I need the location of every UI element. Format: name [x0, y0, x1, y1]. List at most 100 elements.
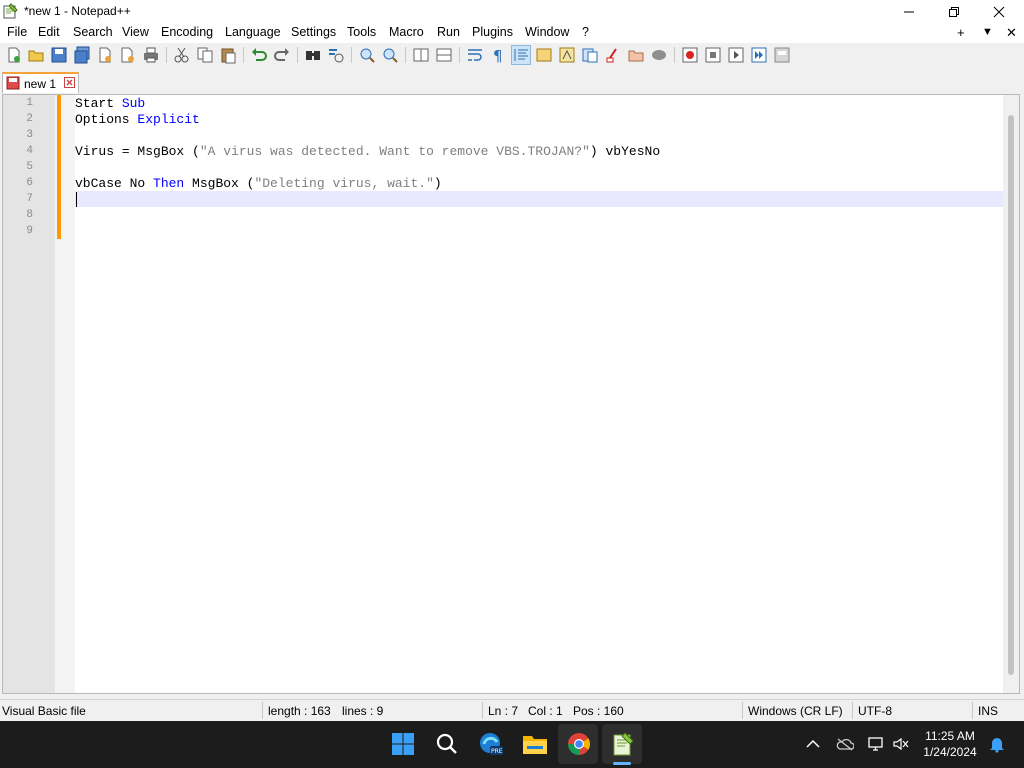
- network-icon: [868, 737, 883, 751]
- print-icon[interactable]: [142, 46, 160, 64]
- editor-pane[interactable]: 1 2 3 4 5 6 7 8 9 Start Sub Options Expl…: [2, 94, 1020, 694]
- volume-icon: [893, 737, 909, 751]
- document-map-icon[interactable]: [535, 46, 553, 64]
- code-line-1: Start Sub: [75, 96, 145, 111]
- menu-encoding[interactable]: Encoding: [161, 25, 213, 39]
- project-panel-icon[interactable]: [650, 46, 668, 64]
- string-literal: "Deleting virus, wait.": [254, 176, 434, 191]
- restore-icon: [949, 6, 959, 17]
- menu-tools[interactable]: Tools: [347, 25, 376, 39]
- status-separator: [742, 702, 743, 719]
- status-eol[interactable]: Windows (CR LF): [748, 704, 843, 718]
- show-hidden-icons-button[interactable]: [798, 729, 828, 759]
- taskbar: PRE 11:25 AM 1/24/2024: [0, 721, 1024, 768]
- open-file-icon[interactable]: [27, 46, 45, 64]
- taskbar-file-explorer[interactable]: [520, 729, 550, 759]
- toolbar-separator: [297, 47, 298, 63]
- run-macro-multiple-icon[interactable]: [750, 46, 768, 64]
- folder-icon[interactable]: [627, 46, 645, 64]
- menu-plugins[interactable]: Plugins: [472, 25, 513, 39]
- svg-text:PRE: PRE: [491, 748, 503, 755]
- search-icon: [436, 733, 457, 754]
- status-line: Ln : 7: [488, 704, 519, 718]
- edge-beta-icon: PRE: [480, 733, 503, 755]
- keyword: Explicit: [137, 112, 200, 127]
- sync-vertical-scroll-icon[interactable]: [412, 46, 430, 64]
- save-icon[interactable]: [50, 46, 68, 64]
- taskbar-edge-beta[interactable]: PRE: [476, 729, 506, 759]
- onedrive-tray[interactable]: [830, 729, 860, 759]
- minimize-button[interactable]: [886, 0, 932, 23]
- close-file-icon[interactable]: [96, 46, 114, 64]
- tab-list-button[interactable]: ▼: [982, 26, 993, 38]
- fold-margin: [61, 95, 75, 693]
- restore-button[interactable]: [931, 0, 977, 23]
- status-lines: lines : 9: [342, 704, 384, 718]
- function-list-icon[interactable]: [558, 46, 576, 64]
- menu-settings[interactable]: Settings: [291, 25, 336, 39]
- clock-time: 11:25 AM: [925, 729, 975, 743]
- menu-file[interactable]: File: [7, 25, 27, 39]
- line-number: 3: [26, 129, 33, 141]
- code-text: MsgBox (: [184, 176, 255, 191]
- code-text: vbCase No: [75, 176, 154, 191]
- paste-icon[interactable]: [219, 46, 237, 64]
- text-caret: [76, 192, 77, 207]
- close-document-button[interactable]: ✕: [1006, 25, 1017, 41]
- active-app-indicator: [613, 762, 631, 765]
- cut-icon[interactable]: [173, 46, 191, 64]
- zoom-out-icon[interactable]: [381, 46, 399, 64]
- tab-new-1[interactable]: new 1: [2, 72, 79, 93]
- menu-macro[interactable]: Macro: [389, 25, 424, 39]
- start-button[interactable]: [388, 729, 418, 759]
- sync-horizontal-scroll-icon[interactable]: [435, 46, 453, 64]
- close-all-icon[interactable]: [119, 46, 137, 64]
- status-separator: [482, 702, 483, 719]
- taskbar-clock[interactable]: 11:25 AM 1/24/2024: [910, 728, 990, 760]
- status-encoding[interactable]: UTF-8: [858, 704, 892, 718]
- menu-run[interactable]: Run: [437, 25, 460, 39]
- unsaved-file-icon: [6, 76, 20, 90]
- menu-help[interactable]: ?: [582, 25, 589, 39]
- taskbar-chrome[interactable]: [564, 729, 594, 759]
- find-icon[interactable]: [304, 46, 322, 64]
- undo-icon[interactable]: [250, 46, 268, 64]
- notification-center-button[interactable]: [982, 729, 1012, 759]
- status-column: Col : 1: [528, 704, 563, 718]
- taskbar-search-button[interactable]: [432, 729, 462, 759]
- zoom-in-icon[interactable]: [358, 46, 376, 64]
- line-number: 5: [26, 161, 33, 173]
- new-file-icon[interactable]: [5, 46, 23, 64]
- monitoring-icon[interactable]: [604, 46, 622, 64]
- taskbar-notepadpp[interactable]: [608, 729, 638, 759]
- menu-language[interactable]: Language: [225, 25, 281, 39]
- toolbar-separator: [459, 47, 460, 63]
- copy-icon[interactable]: [196, 46, 214, 64]
- replace-icon[interactable]: [327, 46, 345, 64]
- menu-edit[interactable]: Edit: [38, 25, 60, 39]
- show-all-characters-icon[interactable]: ¶: [489, 46, 507, 64]
- line-number: 8: [26, 209, 33, 221]
- menu-search[interactable]: Search: [73, 25, 113, 39]
- save-all-icon[interactable]: [73, 46, 91, 64]
- save-macro-icon[interactable]: [773, 46, 791, 64]
- scrollbar-thumb[interactable]: [1008, 115, 1014, 675]
- tab-close-icon[interactable]: [64, 77, 75, 88]
- play-macro-icon[interactable]: [727, 46, 745, 64]
- menu-view[interactable]: View: [122, 25, 149, 39]
- redo-icon[interactable]: [273, 46, 291, 64]
- code-text: Options: [75, 112, 138, 127]
- chrome-icon: [568, 733, 590, 755]
- menu-bar: File Edit Search View Encoding Language …: [0, 23, 1024, 43]
- new-tab-button[interactable]: +: [957, 25, 965, 40]
- toolbar-separator: [243, 47, 244, 63]
- line-number: 2: [26, 113, 33, 125]
- menu-window[interactable]: Window: [525, 25, 569, 39]
- indent-guide-icon[interactable]: [511, 45, 531, 65]
- folder-as-workspace-icon[interactable]: [581, 46, 599, 64]
- stop-macro-icon[interactable]: [704, 46, 722, 64]
- record-macro-icon[interactable]: [681, 46, 699, 64]
- word-wrap-icon[interactable]: [466, 46, 484, 64]
- close-button[interactable]: [976, 0, 1022, 23]
- status-position: Pos : 160: [573, 704, 624, 718]
